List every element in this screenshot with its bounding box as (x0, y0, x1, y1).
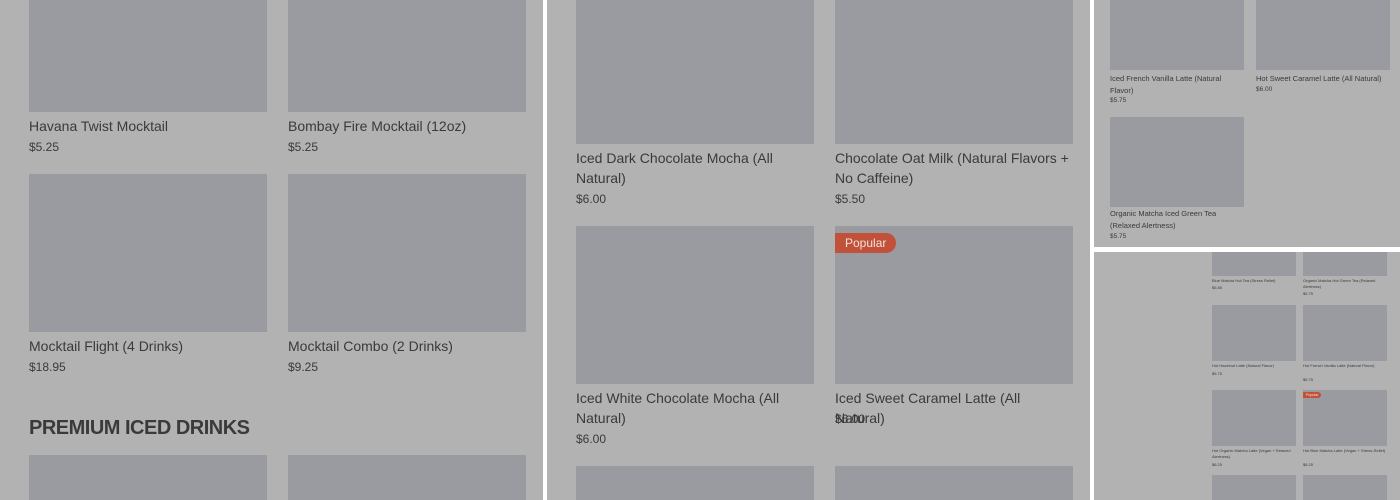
popular-badge: Popular (835, 233, 897, 253)
item-image[interactable] (1212, 390, 1296, 446)
item-image[interactable] (288, 174, 526, 332)
item-price: $5.75 (1212, 371, 1223, 376)
item-image[interactable] (576, 226, 814, 384)
item-name: Blue Matcha Hot Tea (Stress Relief) (1212, 278, 1276, 283)
item-price: $5.25 (288, 140, 319, 154)
item-name: Iced Dark Chocolate Mocha (All Natural) (576, 150, 773, 186)
item-price: $5.75 (1110, 233, 1127, 240)
menu-item-card[interactable]: Iced French Vanilla Latte (Natural Flavo… (1110, 0, 1244, 108)
item-name: Mocktail Combo (2 Drinks) (288, 338, 453, 354)
item-price: $6.00 (576, 432, 607, 446)
item-image[interactable] (1256, 0, 1390, 70)
item-name: Organic Matcha Iced Green Tea (Relaxed A… (1110, 209, 1217, 230)
menu-item-card[interactable]: Mocktail Flight (4 Drinks) $18.95 (29, 174, 267, 374)
menu-panel-lattes-small: Iced French Vanilla Latte (Natural Flavo… (1094, 0, 1400, 247)
item-price: $5.85 (1212, 285, 1223, 290)
item-image[interactable] (288, 455, 526, 500)
item-image[interactable] (1303, 475, 1387, 500)
item-image[interactable] (1110, 117, 1244, 207)
menu-item-card[interactable]: Organic Matcha Iced Green Tea (Relaxed A… (1110, 117, 1244, 243)
item-name: Iced French Vanilla Latte (Natural Flavo… (1110, 74, 1222, 95)
menu-panel-premium-iced: Iced Dark Chocolate Mocha (All Natural) … (547, 0, 1090, 500)
item-image[interactable] (576, 466, 814, 500)
menu-item-card[interactable]: Hot Hazelnut Latte (Natural Flavor) $5.7… (1212, 305, 1296, 379)
menu-item-card[interactable]: Hot Sweet Caramel Latte (All Natural) $6… (1256, 0, 1390, 98)
item-name: Hot French Vanilla Latte (Natural Flavor… (1303, 363, 1375, 368)
item-price: $6.25 (1212, 462, 1223, 467)
item-name: Iced White Chocolate Mocha (All Natural) (576, 390, 780, 426)
item-name: Hot Blue Matcha Latte (Vegan + Stress-Re… (1303, 448, 1386, 453)
item-image[interactable] (1212, 305, 1296, 361)
item-name: Hot Sweet Caramel Latte (All Natural) (1256, 74, 1382, 83)
item-price: $6.25 (1303, 462, 1314, 467)
item-price: $6.00 (1256, 86, 1273, 93)
item-image[interactable] (1303, 390, 1387, 446)
menu-item-card[interactable]: Popular Hot Blue Matcha Latte (Vegan + S… (1303, 390, 1387, 470)
item-image[interactable] (1110, 0, 1244, 70)
item-image[interactable] (1212, 252, 1296, 276)
item-name: Chocolate Oat Milk (Natural Flavors + No… (835, 150, 1069, 186)
item-image[interactable] (835, 0, 1073, 144)
item-name: Mocktail Flight (4 Drinks) (29, 338, 184, 354)
menu-item-card[interactable]: Bombay Fire Mocktail (12oz) $5.25 (288, 0, 526, 160)
item-image[interactable] (29, 0, 267, 112)
item-image[interactable] (835, 466, 1073, 500)
item-image[interactable] (288, 0, 526, 112)
menu-panel-mocktails: Havana Twist Mocktail $5.25 Bombay Fire … (0, 0, 543, 500)
item-price: $5.75 (1303, 291, 1314, 296)
item-price: $5.75 (1303, 377, 1314, 382)
item-price: $5.50 (835, 192, 866, 206)
item-name: Iced Sweet Caramel Latte (All Natural) (835, 390, 1021, 426)
item-price: $6.00 (835, 412, 866, 426)
popular-badge: Popular (1303, 392, 1322, 398)
menu-item-card[interactable]: Havana Twist Mocktail $5.25 (29, 0, 267, 160)
menu-item-card[interactable]: Hot French Vanilla Latte (Natural Flavor… (1303, 305, 1387, 385)
menu-item-card[interactable]: Iced Dark Chocolate Mocha (All Natural) … (576, 0, 814, 210)
menu-item-card[interactable]: Blue Matcha Hot Tea (Stress Relief) $5.8… (1212, 252, 1296, 296)
item-price: $9.25 (288, 360, 319, 374)
item-price: $5.75 (1110, 97, 1127, 104)
item-image[interactable] (29, 455, 267, 500)
menu-item-card[interactable]: Iced White Chocolate Mocha (All Natural)… (576, 226, 814, 446)
item-image[interactable] (576, 0, 814, 144)
item-image[interactable] (29, 174, 267, 332)
item-name: Bombay Fire Mocktail (12oz) (288, 118, 467, 134)
item-name: Hot Organic Matcha Latte (Vegan + Relaxe… (1212, 448, 1291, 459)
section-heading: PREMIUM ICED DRINKS (29, 417, 250, 439)
menu-item-card[interactable]: Organic Matcha Hot Green Tea (Relaxed Al… (1303, 252, 1387, 298)
menu-item-card[interactable]: Popular Iced Sweet Caramel Latte (All Na… (835, 226, 1073, 446)
item-price: $6.00 (576, 192, 607, 206)
menu-panel-hot-drinks-tiny: Blue Matcha Hot Tea (Stress Relief) $5.8… (1094, 252, 1400, 500)
menu-item-card[interactable]: Hot Organic Matcha Latte (Vegan + Relaxe… (1212, 390, 1296, 470)
item-image[interactable] (1303, 252, 1387, 276)
item-image[interactable] (1212, 475, 1296, 500)
menu-item-card[interactable]: Mocktail Combo (2 Drinks) $9.25 (288, 174, 526, 374)
item-price: $5.25 (29, 140, 60, 154)
menu-item-card[interactable]: Chocolate Oat Milk (Natural Flavors + No… (835, 0, 1073, 210)
item-name: Havana Twist Mocktail (29, 118, 169, 134)
item-name: Hot Hazelnut Latte (Natural Flavor) (1212, 363, 1275, 368)
item-price: $18.95 (29, 360, 66, 374)
item-image[interactable] (1303, 305, 1387, 361)
item-name: Organic Matcha Hot Green Tea (Relaxed Al… (1303, 278, 1376, 289)
